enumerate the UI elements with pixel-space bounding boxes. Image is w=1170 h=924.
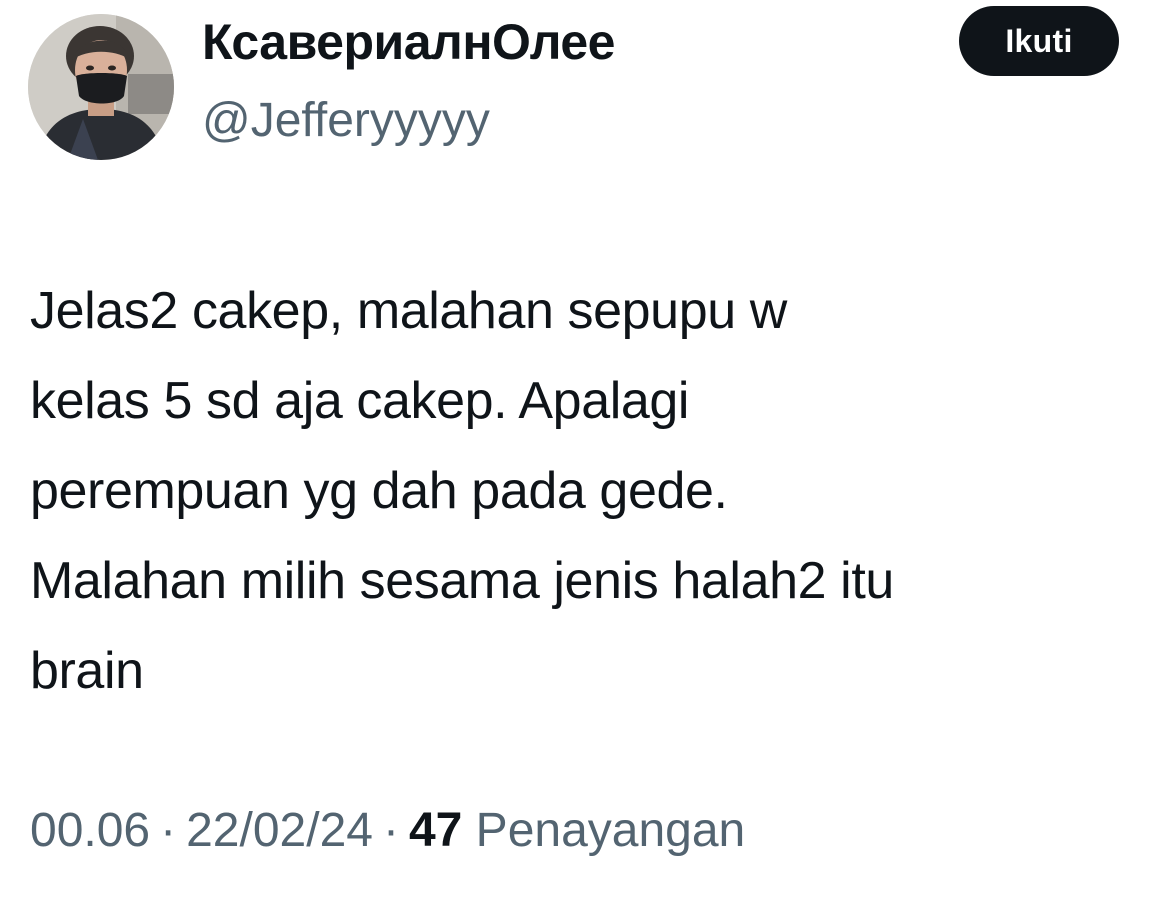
- author-handle[interactable]: @Jefferyyyyy: [202, 92, 490, 150]
- tweet-time[interactable]: 00.06: [30, 804, 150, 857]
- tweet-meta: 00.06 · 22/02/24 · 47 Penayangan: [30, 798, 745, 864]
- avatar[interactable]: [28, 14, 174, 160]
- author-display-name[interactable]: КсавериалнОлее: [202, 12, 615, 72]
- views-count[interactable]: 47: [409, 804, 462, 857]
- follow-button-label: Ikuti: [1005, 22, 1073, 59]
- tweet-date[interactable]: 22/02/24: [186, 804, 373, 857]
- profile-photo: [28, 14, 174, 160]
- tweet-card: КсавериалнОлее @Jefferyyyyy Ikuti Jelas2…: [0, 0, 1170, 924]
- meta-separator: ·: [382, 804, 399, 857]
- tweet-text: Jelas2 cakep, malahan sepupu w kelas 5 s…: [30, 282, 894, 700]
- meta-separator: ·: [160, 804, 177, 857]
- follow-button[interactable]: Ikuti: [959, 6, 1119, 76]
- views-label[interactable]: Penayangan: [476, 804, 746, 857]
